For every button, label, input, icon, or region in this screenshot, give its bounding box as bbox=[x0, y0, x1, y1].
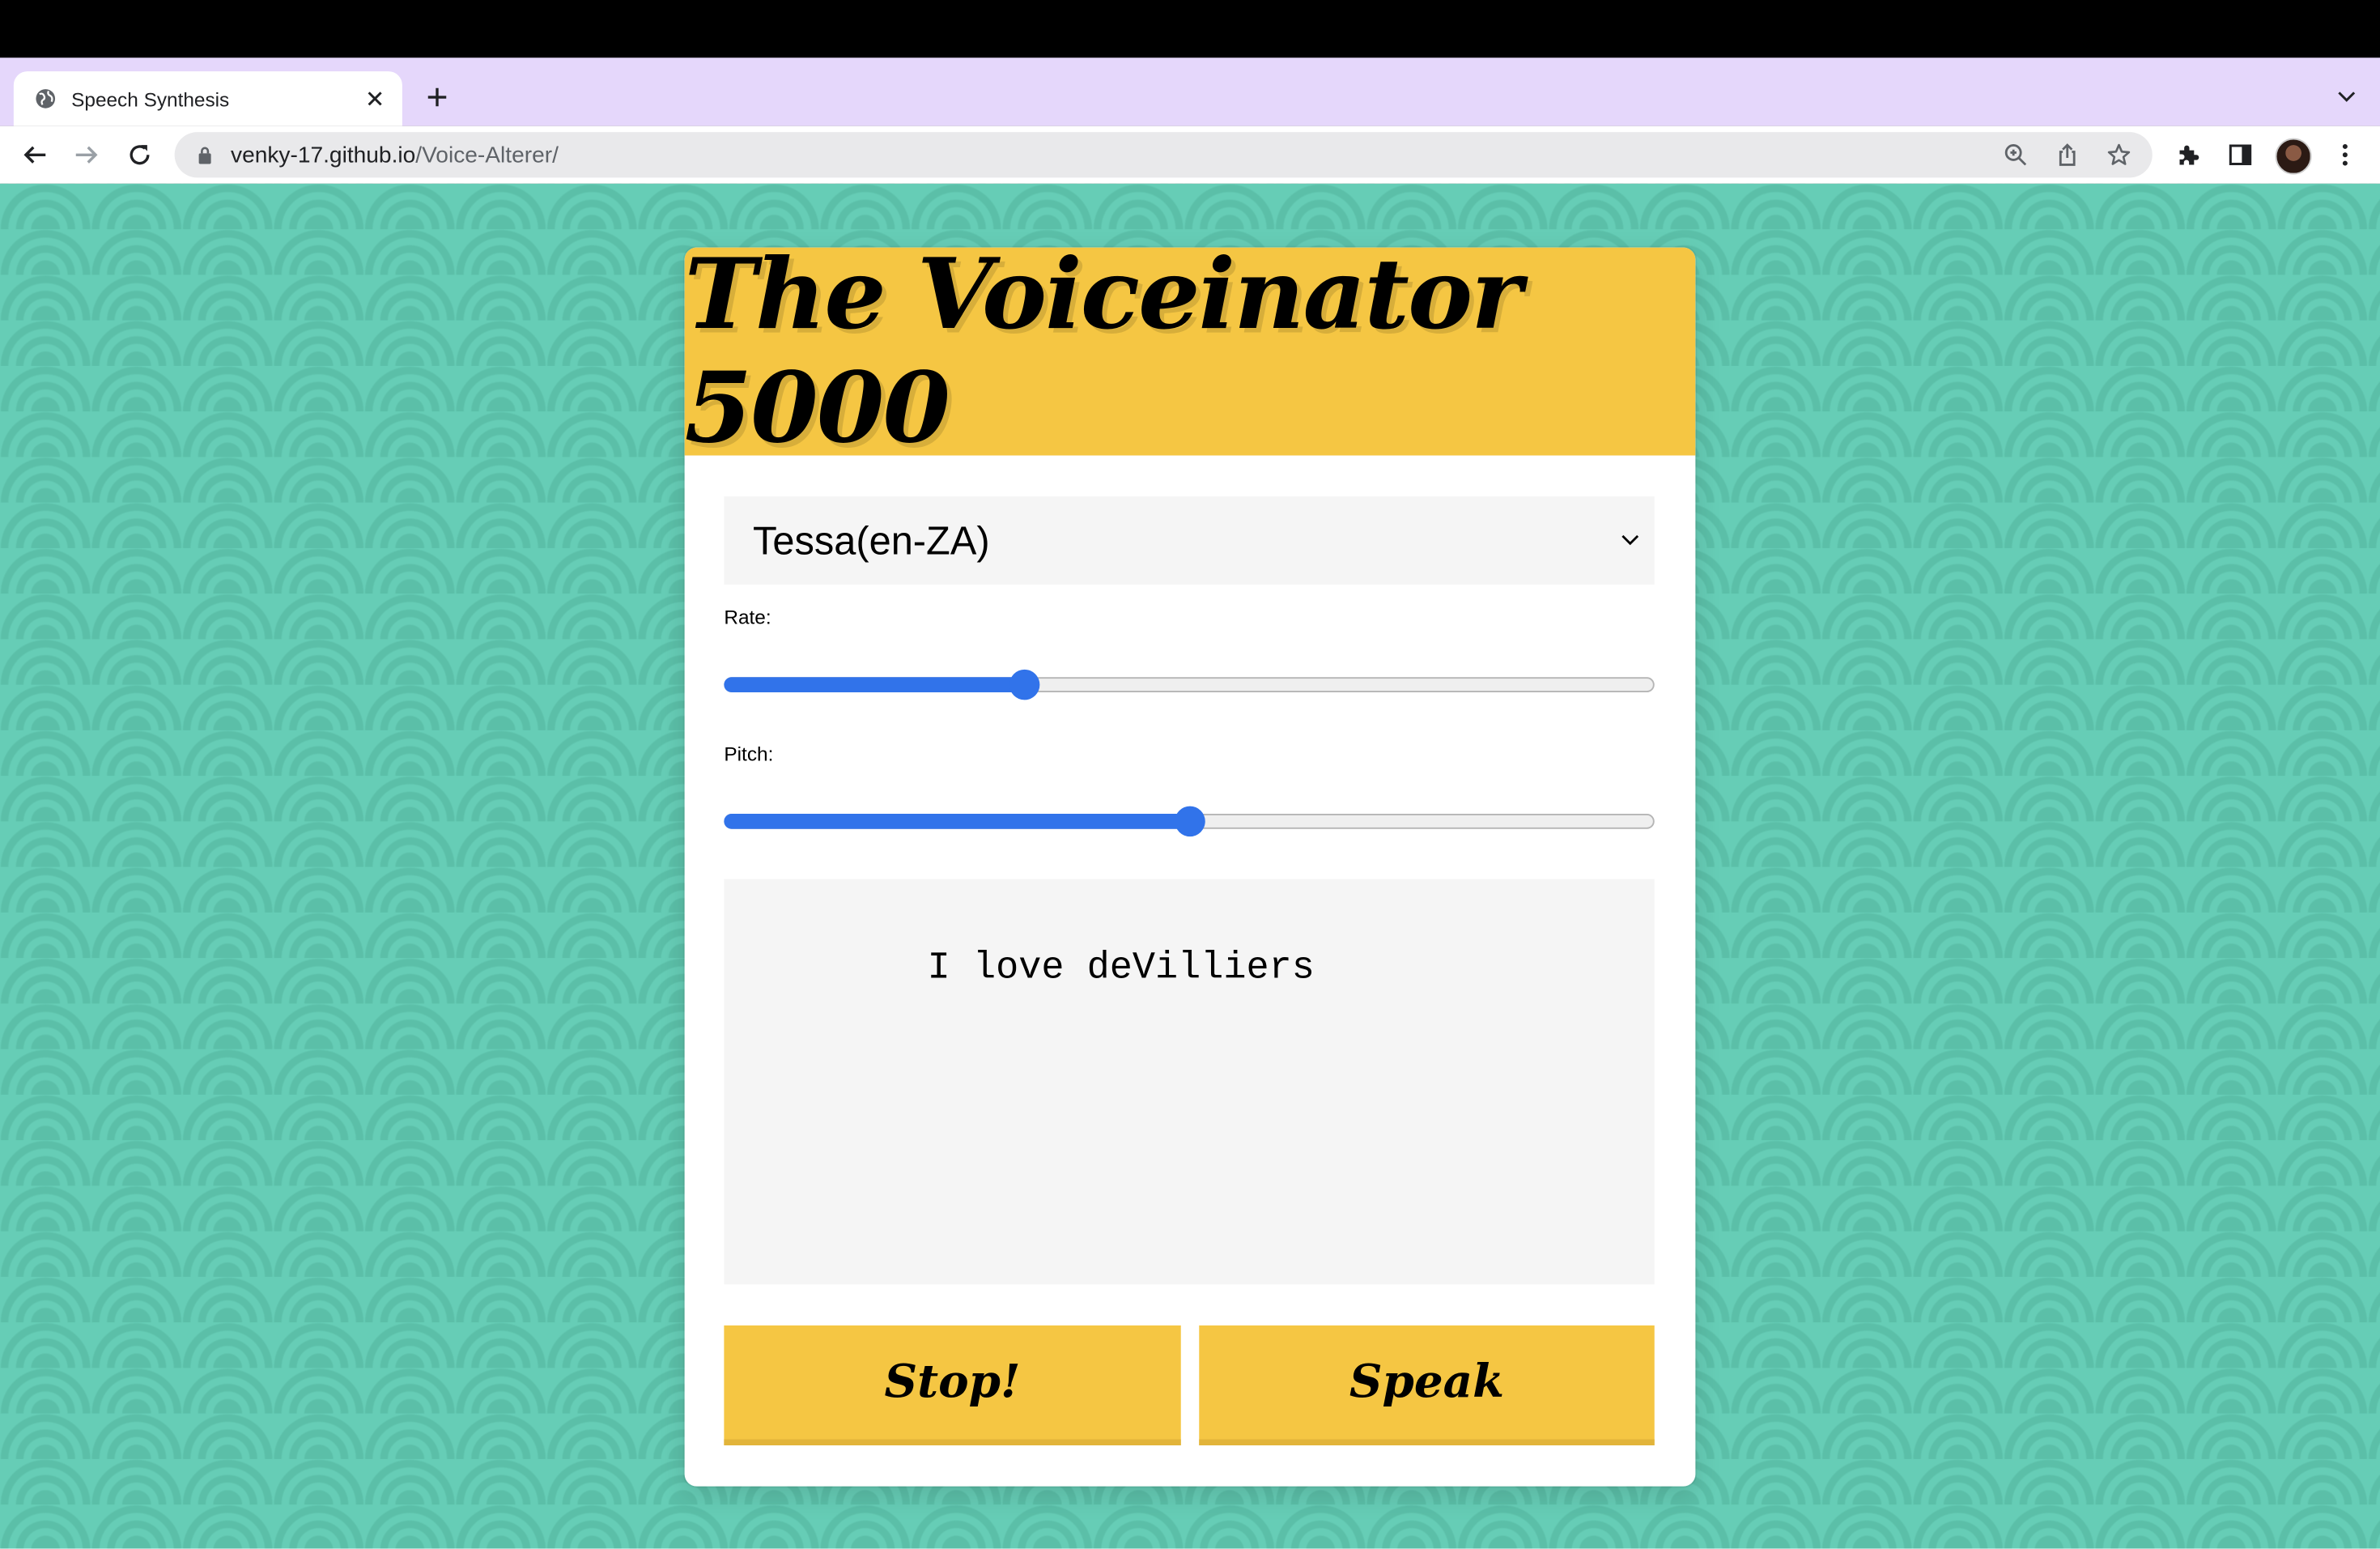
pitch-slider-thumb[interactable] bbox=[1174, 806, 1205, 837]
voiceinator-card: The Voiceinator 5000 Tessa(en-ZA) Rate: … bbox=[684, 247, 1696, 1487]
url-text: venky-17.github.io/Voice-Alterer/ bbox=[231, 142, 1998, 168]
rate-label: Rate: bbox=[724, 606, 771, 629]
rate-slider-thumb[interactable] bbox=[1009, 669, 1040, 700]
card-header: The Voiceinator 5000 bbox=[684, 247, 1696, 466]
page-title: The Voiceinator 5000 bbox=[684, 247, 1523, 466]
share-icon[interactable] bbox=[2049, 137, 2085, 173]
plus-icon[interactable] bbox=[419, 79, 456, 116]
speak-button[interactable]: Speak bbox=[1199, 1325, 1655, 1445]
lock-icon[interactable] bbox=[194, 144, 215, 165]
browser-toolbar: venky-17.github.io/Voice-Alterer/ bbox=[0, 126, 2380, 184]
stop-button[interactable]: Stop! bbox=[724, 1325, 1181, 1445]
close-icon[interactable] bbox=[359, 83, 390, 114]
avatar[interactable] bbox=[2275, 138, 2312, 175]
resize-handle-icon[interactable] bbox=[1636, 1266, 1651, 1385]
address-bar[interactable]: venky-17.github.io/Voice-Alterer/ bbox=[174, 132, 2153, 178]
forward-arrow-icon[interactable] bbox=[68, 137, 104, 173]
voice-select[interactable]: Tessa(en-ZA) bbox=[724, 496, 1655, 585]
kebab-menu-icon[interactable] bbox=[2327, 137, 2363, 173]
top-bezel bbox=[0, 0, 2380, 58]
side-panel-icon[interactable] bbox=[2222, 137, 2259, 173]
tab-strip: Speech Synthesis bbox=[0, 57, 2380, 126]
reload-icon[interactable] bbox=[121, 137, 158, 173]
tab-active[interactable]: Speech Synthesis bbox=[13, 71, 402, 126]
page-viewport: The Voiceinator 5000 Tessa(en-ZA) Rate: … bbox=[0, 183, 2380, 1549]
voice-select-value: Tessa(en-ZA) bbox=[753, 517, 990, 563]
puzzle-icon[interactable] bbox=[2170, 137, 2207, 173]
screen: Speech Synthesis venky-17.github.io/Voic… bbox=[0, 0, 2380, 1549]
rate-slider[interactable] bbox=[724, 669, 1655, 700]
url-host: venky-17.github.io bbox=[231, 142, 416, 168]
speech-text-area[interactable]: I love deVilliers bbox=[724, 879, 1655, 1385]
tab-title: Speech Synthesis bbox=[71, 87, 230, 110]
pitch-slider-fill bbox=[724, 814, 1190, 829]
back-arrow-icon[interactable] bbox=[17, 137, 53, 173]
star-icon[interactable] bbox=[2101, 137, 2137, 173]
zoom-icon[interactable] bbox=[1998, 137, 2034, 173]
speech-text: I love deVilliers bbox=[927, 946, 1315, 990]
chevron-down-icon bbox=[1615, 526, 1646, 556]
pitch-label: Pitch: bbox=[724, 742, 774, 765]
chevron-down-icon[interactable] bbox=[2331, 82, 2362, 113]
rate-slider-fill bbox=[724, 677, 1025, 692]
pitch-slider[interactable] bbox=[724, 806, 1655, 837]
globe-icon bbox=[33, 87, 57, 111]
url-path: /Voice-Alterer/ bbox=[415, 142, 559, 168]
